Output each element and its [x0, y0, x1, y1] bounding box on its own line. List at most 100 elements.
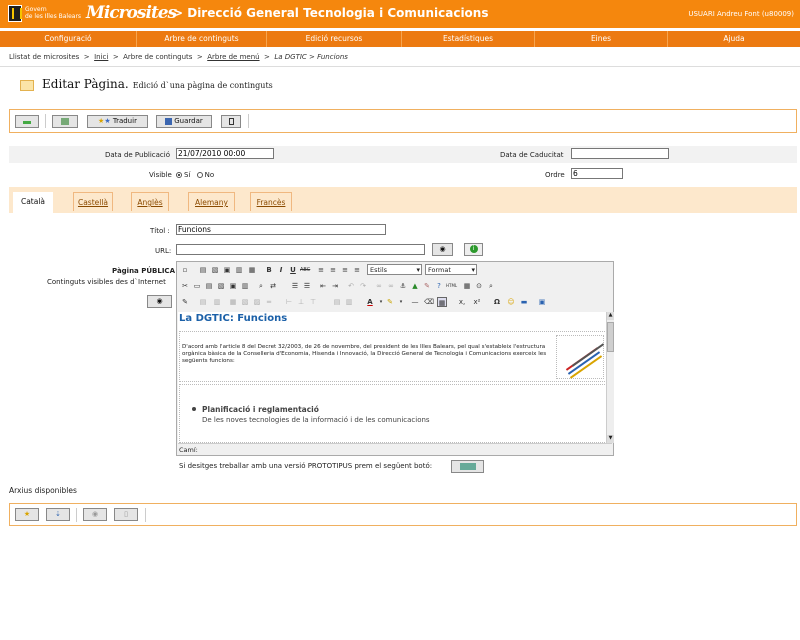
tab-castella[interactable]: Castellà — [73, 192, 113, 211]
cut-icon[interactable]: ✂ — [180, 281, 190, 291]
align-right-icon[interactable]: ≡ — [340, 265, 350, 275]
tab-frances[interactable]: Francès — [250, 192, 292, 211]
menu-configuracio[interactable]: Configuració — [0, 31, 137, 47]
anchor-icon[interactable]: ⚓ — [398, 281, 408, 291]
italic-icon[interactable]: I — [276, 265, 286, 275]
print-icon[interactable]: ▥ — [234, 265, 244, 275]
unlink-icon[interactable]: ∞ — [386, 281, 396, 291]
crumb-llistat[interactable]: Llistat de microsites — [9, 53, 79, 61]
spellcheck-icon[interactable]: ▦ — [462, 281, 472, 291]
visible-yes-radio[interactable] — [176, 172, 182, 178]
justify-icon[interactable]: ≡ — [352, 265, 362, 275]
bullet-list-icon[interactable]: ☰ — [302, 281, 312, 291]
order-input[interactable]: 6 — [571, 168, 623, 179]
table-icon[interactable]: ▦ — [437, 297, 447, 307]
paste2-icon[interactable]: ▤ — [204, 281, 214, 291]
menu-estadistiques[interactable]: Estadístiques — [402, 31, 535, 47]
strike-cell-icon[interactable]: ═ — [264, 297, 274, 307]
editor-scrollbar[interactable]: ▲ ▼ — [606, 312, 614, 443]
format-select[interactable]: Format — [425, 264, 477, 275]
crumb-arbre-continguts[interactable]: Arbre de continguts — [123, 53, 192, 61]
scrollbar-thumb[interactable] — [607, 322, 614, 352]
special-char-icon[interactable]: Ω — [492, 297, 502, 307]
highlight-icon[interactable]: ✎ — [385, 297, 395, 307]
paste-word-icon[interactable]: ▣ — [222, 265, 232, 275]
table-row-icon[interactable]: ▤ — [198, 297, 208, 307]
print2-icon[interactable]: ▥ — [240, 281, 250, 291]
insert-col-icon[interactable]: ⊥ — [296, 297, 306, 307]
remove-format-icon[interactable]: ⌫ — [424, 297, 434, 307]
fullscreen-icon[interactable]: ▣ — [537, 297, 547, 307]
paste-word2-icon[interactable]: ▣ — [228, 281, 238, 291]
edit-icon[interactable]: ✎ — [180, 297, 190, 307]
info-button[interactable]: i — [464, 243, 483, 256]
new-page-button[interactable] — [52, 115, 78, 128]
delete-row-icon[interactable]: ⊤ — [308, 297, 318, 307]
indent-icon[interactable]: ⇥ — [330, 281, 340, 291]
paste-text2-icon[interactable]: ▧ — [216, 281, 226, 291]
font-color-icon[interactable]: A — [365, 297, 375, 307]
redo-icon[interactable]: ↷ — [358, 281, 368, 291]
prototipus-button[interactable] — [451, 460, 484, 473]
subscript-icon[interactable]: x, — [457, 297, 467, 307]
insert-row-icon[interactable]: ⊢ — [284, 297, 294, 307]
align-left-icon[interactable]: ≡ — [316, 265, 326, 275]
scroll-down-icon[interactable]: ▼ — [607, 435, 614, 443]
paste-icon[interactable]: ▤ — [198, 265, 208, 275]
align-center-icon[interactable]: ≡ — [328, 265, 338, 275]
media-icon[interactable]: ▬ — [519, 297, 529, 307]
expiry-date-input[interactable] — [571, 148, 669, 159]
strike-icon[interactable]: ABC — [300, 265, 310, 275]
view-file-button[interactable]: ◉ — [83, 508, 107, 521]
back-button[interactable] — [15, 115, 39, 128]
tab-alemany[interactable]: Alemany — [188, 192, 235, 211]
copy-icon[interactable]: ▭ — [192, 281, 202, 291]
url-input[interactable] — [176, 244, 425, 255]
menu-arbre-continguts[interactable]: Arbre de continguts — [137, 31, 267, 47]
scroll-up-icon[interactable]: ▲ — [607, 312, 614, 320]
upload-file-button[interactable]: ⇣ — [46, 508, 70, 521]
undo-icon[interactable]: ↶ — [346, 281, 356, 291]
superscript-icon[interactable]: x² — [472, 297, 482, 307]
html-icon[interactable]: HTML — [446, 281, 457, 291]
source-icon[interactable]: ▦ — [247, 265, 257, 275]
cell-props-icon[interactable]: ▥ — [344, 297, 354, 307]
crumb-inici[interactable]: Inici — [94, 53, 108, 61]
split-icon[interactable]: ▧ — [240, 297, 250, 307]
delete-button[interactable] — [221, 115, 241, 128]
cleanup-icon[interactable]: ✎ — [422, 281, 432, 291]
merge-icon[interactable]: ▦ — [228, 297, 238, 307]
replace-icon[interactable]: ⇄ — [268, 281, 278, 291]
row-props-icon[interactable]: ▤ — [332, 297, 342, 307]
paste-text-icon[interactable]: ▧ — [210, 265, 220, 275]
url-preview-button[interactable]: ◉ — [432, 243, 453, 256]
outdent-icon[interactable]: ⇤ — [318, 281, 328, 291]
numbered-list-icon[interactable]: ☰ — [290, 281, 300, 291]
find-icon[interactable]: ⌕ — [256, 281, 266, 291]
table-col-icon[interactable]: ▥ — [212, 297, 222, 307]
translate-button[interactable]: ★★ Traduir — [87, 115, 148, 128]
delete-file-button[interactable]: ▯ — [114, 508, 138, 521]
new-doc-icon[interactable]: ▫ — [180, 265, 190, 275]
help-icon[interactable]: ? — [434, 281, 444, 291]
bold-icon[interactable]: B — [264, 265, 274, 275]
publication-date-input[interactable]: 21/07/2010 00:00 — [176, 148, 274, 159]
title-input[interactable]: Funcions — [176, 224, 386, 235]
image-icon[interactable]: ▲ — [410, 281, 420, 291]
save-button[interactable]: Guardar — [156, 115, 212, 128]
horizontal-rule-icon[interactable]: — — [410, 297, 420, 307]
crumb-arbre-menu[interactable]: Arbre de menú — [207, 53, 259, 61]
underline-icon[interactable]: U — [288, 265, 298, 275]
zoom-icon[interactable]: ⊙ — [474, 281, 484, 291]
tab-catala[interactable]: Català — [13, 192, 53, 213]
styles-select[interactable]: Estils — [367, 264, 422, 275]
tab-angles[interactable]: Anglès — [131, 192, 169, 211]
delete-cell-icon[interactable]: ▨ — [252, 297, 262, 307]
preview-icon[interactable]: ⌕ — [486, 281, 496, 291]
menu-edicio-recursos[interactable]: Edició recursos — [267, 31, 402, 47]
editor-content-area[interactable]: La DGTIC: Funcions D'acord amb l'article… — [178, 312, 606, 443]
public-preview-button[interactable]: ◉ — [147, 295, 172, 308]
menu-eines[interactable]: Eines — [535, 31, 668, 47]
link-icon[interactable]: ∞ — [374, 281, 384, 291]
add-file-button[interactable]: ★ — [15, 508, 39, 521]
